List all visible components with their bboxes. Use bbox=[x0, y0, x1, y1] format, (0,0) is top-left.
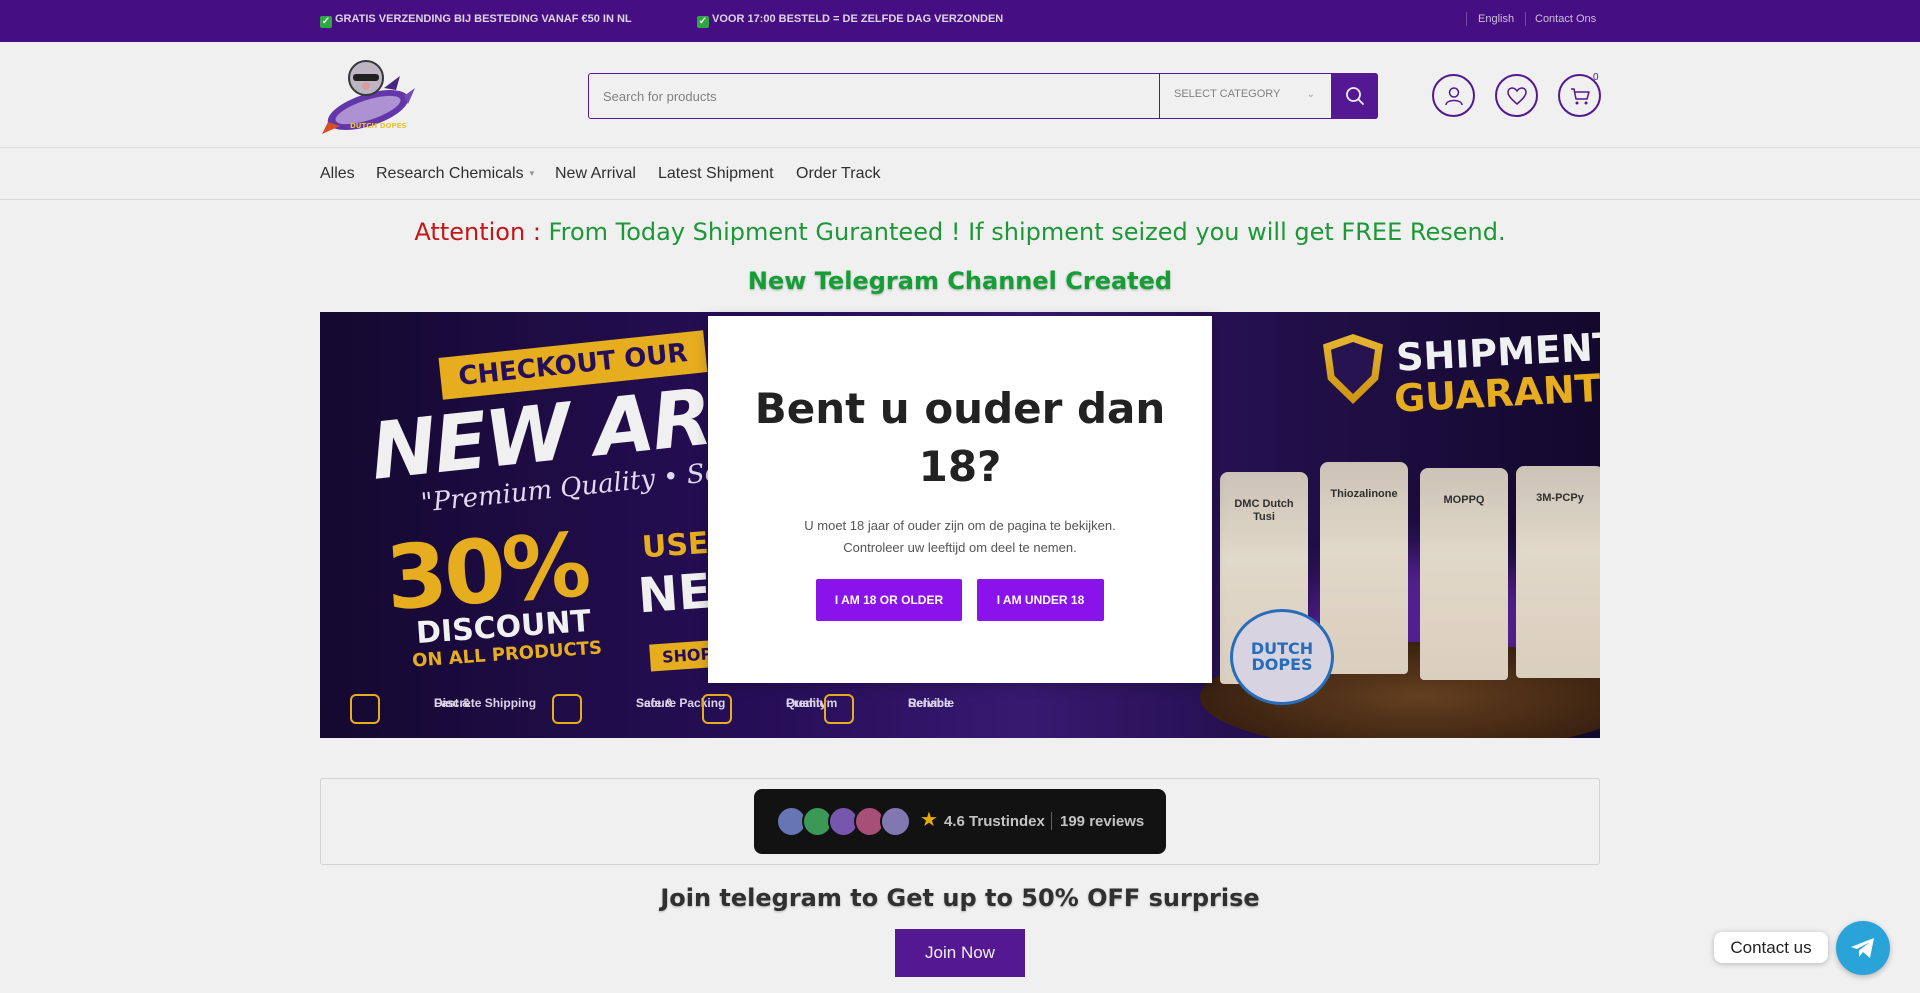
contact-us-label[interactable]: Contact us bbox=[1714, 932, 1828, 963]
age-verification-modal: Bent u ouder dan 18? U moet 18 jaar of o… bbox=[708, 316, 1212, 683]
age-modal-message-line: Controleer uw leeftijd om deel te nemen. bbox=[843, 540, 1077, 555]
age-modal-message: U moet 18 jaar of ouder zijn om de pagin… bbox=[738, 515, 1182, 559]
telegram-contact-button[interactable] bbox=[1836, 921, 1890, 975]
telegram-icon bbox=[1851, 938, 1874, 958]
age-deny-button[interactable]: I AM UNDER 18 bbox=[977, 579, 1104, 621]
age-modal-message-line: U moet 18 jaar of ouder zijn om de pagin… bbox=[804, 518, 1116, 533]
age-confirm-button[interactable]: I AM 18 OR OLDER bbox=[816, 579, 962, 621]
age-modal-title: Bent u ouder dan 18? bbox=[754, 384, 1166, 491]
